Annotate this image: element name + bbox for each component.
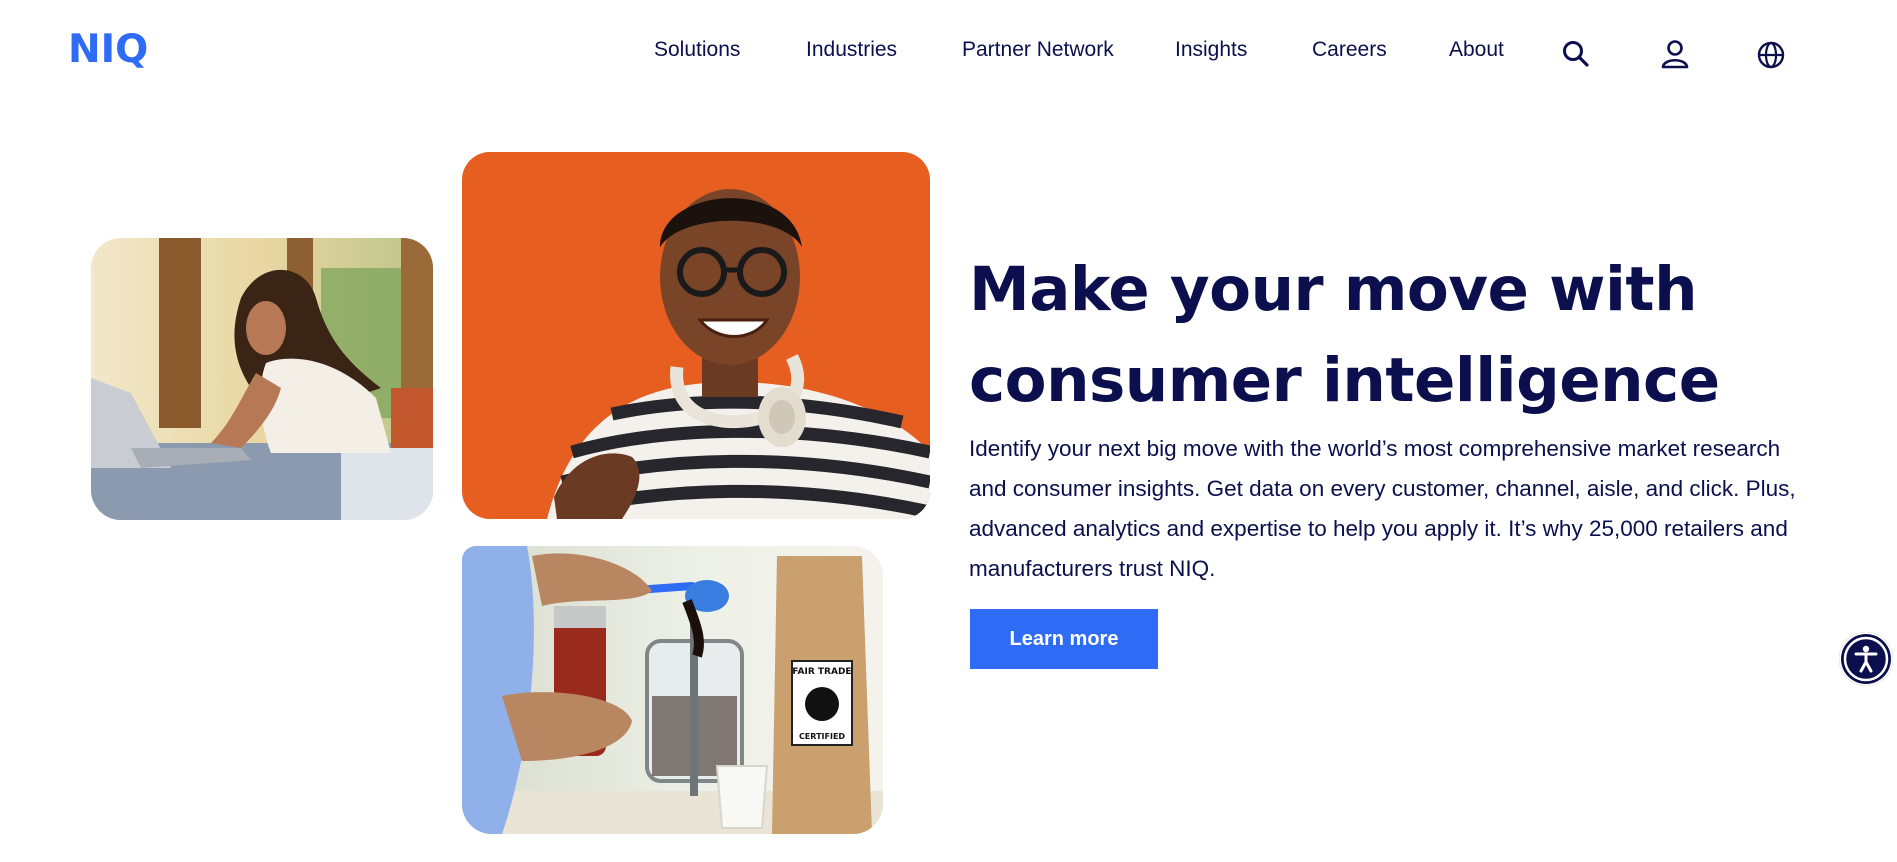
site-header: NIQ Solutions Industries Partner Network… [0,0,1897,100]
nav-item-partner-network[interactable]: Partner Network [962,36,1114,64]
nav-item-solutions[interactable]: Solutions [654,36,740,64]
nav-item-about[interactable]: About [1449,36,1504,64]
user-icon[interactable] [1658,37,1692,71]
nav-item-careers[interactable]: Careers [1312,36,1387,64]
accessibility-icon [1843,636,1889,682]
hero-title-line1: Make your move with [969,254,1698,325]
fair-trade-label: FAIR TRADE [792,667,851,677]
woman-laptop-photo [91,238,433,520]
nav-item-industries[interactable]: Industries [806,36,897,64]
accessibility-button[interactable] [1839,632,1893,686]
certified-label: CERTIFIED [799,732,845,741]
hero-title-line2: consumer intelligence [969,345,1720,416]
niq-logo[interactable]: NIQ [68,28,148,72]
man-headphones-photo [462,152,930,519]
learn-more-button[interactable]: Learn more [970,609,1158,669]
coffee-press-photo: FAIR TRADE CERTIFIED [462,546,883,834]
hero-description: Identify your next big move with the wor… [969,436,1796,581]
hero-title: Make your move with consumer intelligenc… [969,244,1829,426]
search-icon[interactable] [1559,37,1593,71]
globe-icon[interactable] [1754,38,1788,72]
nav-item-insights[interactable]: Insights [1175,36,1247,64]
